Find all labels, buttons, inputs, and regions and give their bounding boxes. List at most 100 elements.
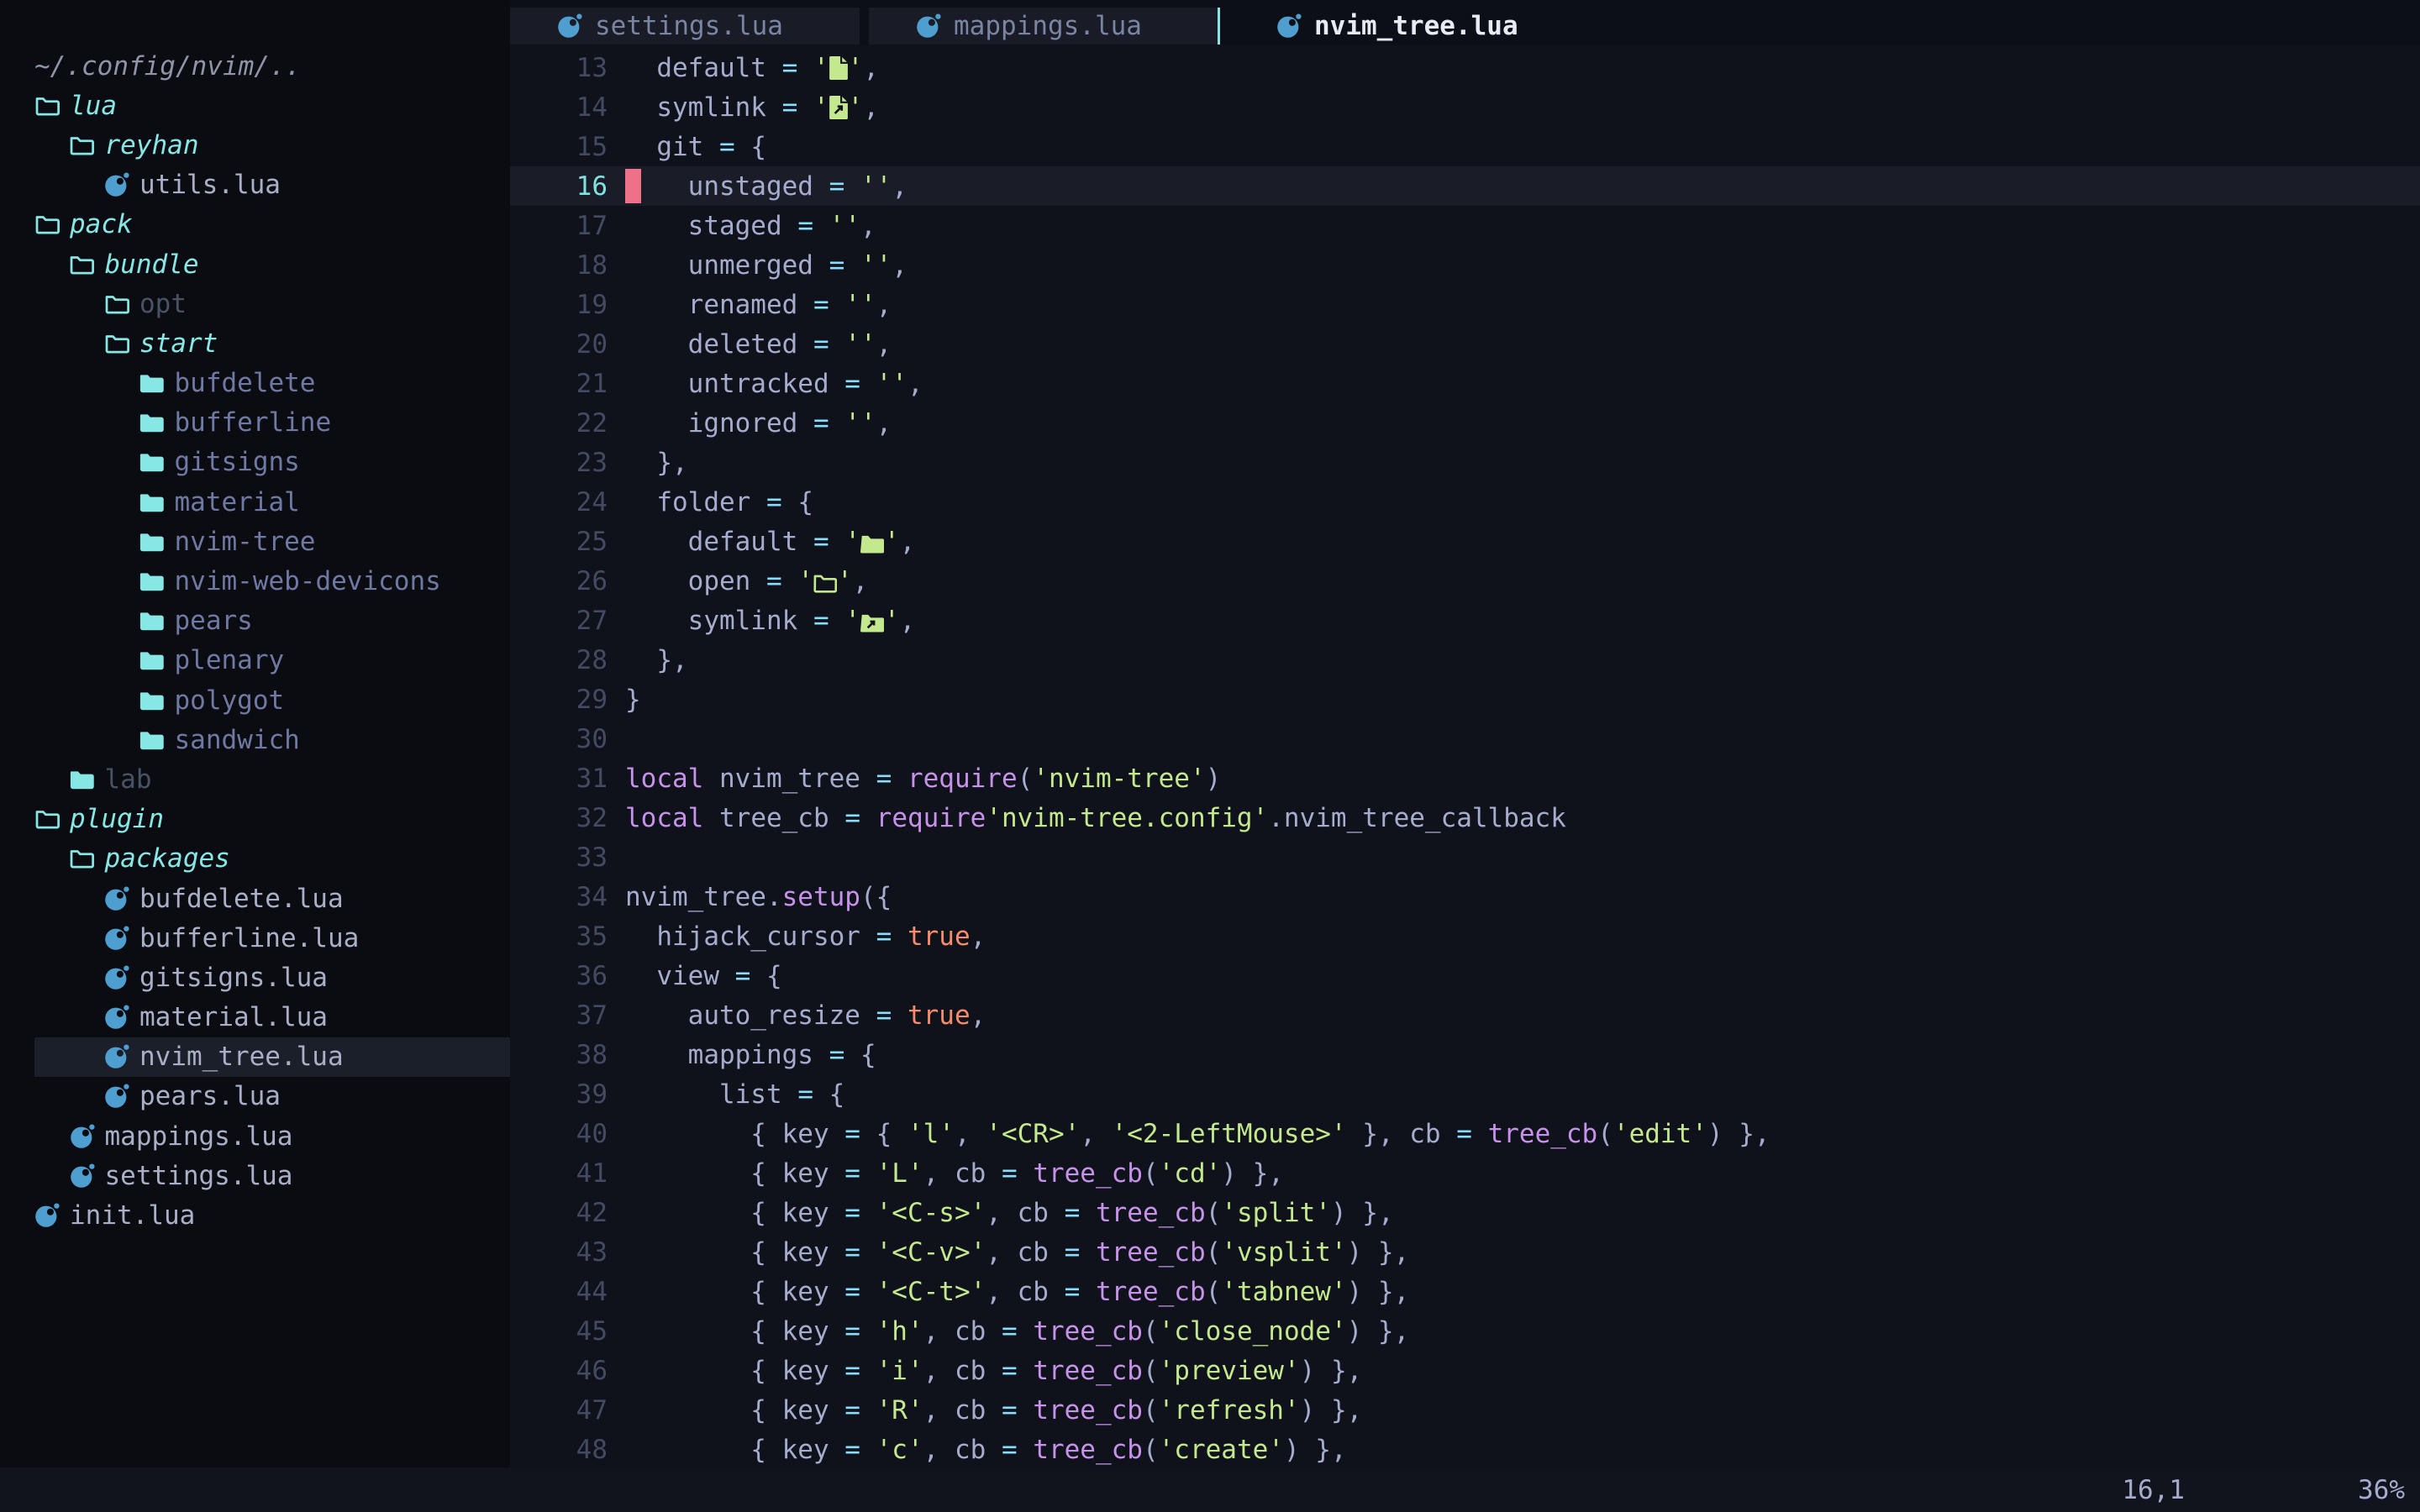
code-line[interactable]: 29}: [510, 680, 2420, 719]
code-line[interactable]: 19 renamed = '',: [510, 285, 2420, 324]
code-line[interactable]: 26 open = '',: [510, 561, 2420, 601]
code-line[interactable]: 33: [510, 837, 2420, 877]
folder-closed-icon: [70, 769, 95, 790]
code-line[interactable]: 42 { key = '<C-s>', cb = tree_cb('split'…: [510, 1193, 2420, 1232]
tree-item-label: mappings.lua: [105, 1121, 293, 1152]
code-line-text: renamed = '',: [608, 290, 892, 320]
code-line[interactable]: 35 hijack_cursor = true,: [510, 916, 2420, 956]
code-line[interactable]: 30: [510, 719, 2420, 759]
tab-nvim_tree.lua[interactable]: nvim_tree.lua: [1220, 8, 1691, 45]
code-line[interactable]: 21 untracked = '',: [510, 364, 2420, 403]
code-line[interactable]: 31local nvim_tree = require('nvim-tree'): [510, 759, 2420, 798]
code-line[interactable]: 24 folder = {: [510, 482, 2420, 522]
code-line[interactable]: 36 view = {: [510, 956, 2420, 995]
gutter-line-number: 33: [510, 843, 608, 873]
tree-item-label: nvim-tree: [175, 527, 316, 557]
code-line[interactable]: 16 unstaged = '',: [510, 166, 2420, 206]
gutter-line-number: 14: [510, 92, 608, 123]
code-line[interactable]: 20 deleted = '',: [510, 324, 2420, 364]
code-line-text: default = '',: [608, 53, 879, 83]
tree-item-pack[interactable]: pack: [0, 205, 510, 244]
code-line-text: local tree_cb = require'nvim-tree.config…: [608, 803, 1566, 833]
tab-settings.lua[interactable]: settings.lua: [510, 8, 860, 45]
code-line[interactable]: 27 symlink = '',: [510, 601, 2420, 640]
code-line[interactable]: 38 mappings = {: [510, 1035, 2420, 1074]
tree-root-path[interactable]: ~/.config/nvim/..: [0, 46, 510, 86]
tree-item-plenary[interactable]: plenary: [0, 641, 510, 680]
tree-item-plugin[interactable]: plugin: [0, 800, 510, 839]
tree-item-utils.lua[interactable]: utils.lua: [0, 165, 510, 205]
code-line-text: default = '',: [608, 527, 915, 557]
git-file-icon: [829, 53, 848, 83]
tree-item-label: material.lua: [139, 1002, 328, 1032]
code-line[interactable]: 48 { key = 'c', cb = tree_cb('create') }…: [510, 1430, 2420, 1467]
code-line[interactable]: 17 staged = '',: [510, 206, 2420, 245]
tree-item-bufferline[interactable]: bufferline: [0, 403, 510, 443]
code-line[interactable]: 46 { key = 'i', cb = tree_cb('preview') …: [510, 1351, 2420, 1390]
tree-item-lua[interactable]: lua: [0, 86, 510, 125]
tree-item-init.lua[interactable]: init.lua: [0, 1195, 510, 1235]
code-line[interactable]: 40 { key = { 'l', '<CR>', '<2-LeftMouse>…: [510, 1114, 2420, 1153]
gutter-line-number: 17: [510, 211, 608, 241]
code-line[interactable]: 47 { key = 'R', cb = tree_cb('refresh') …: [510, 1390, 2420, 1430]
code-line[interactable]: 32local tree_cb = require'nvim-tree.conf…: [510, 798, 2420, 837]
lua-file-icon: [34, 1203, 60, 1228]
tree-item-bundle[interactable]: bundle: [0, 244, 510, 284]
tree-item-opt[interactable]: opt: [0, 284, 510, 323]
cursor-position: 16,1: [2122, 1467, 2185, 1512]
tree-item-pears.lua[interactable]: pears.lua: [0, 1077, 510, 1116]
tree-item-bufferline.lua[interactable]: bufferline.lua: [0, 918, 510, 958]
code-line[interactable]: 41 { key = 'L', cb = tree_cb('cd') },: [510, 1153, 2420, 1193]
code-line[interactable]: 44 { key = '<C-t>', cb = tree_cb('tabnew…: [510, 1272, 2420, 1311]
code-line[interactable]: 43 { key = '<C-v>', cb = tree_cb('vsplit…: [510, 1232, 2420, 1272]
gutter-line-number: 39: [510, 1079, 608, 1110]
tree-item-settings.lua[interactable]: settings.lua: [0, 1156, 510, 1195]
code-line[interactable]: 39 list = {: [510, 1074, 2420, 1114]
lua-file-icon: [104, 172, 129, 197]
gutter-line-number: 24: [510, 487, 608, 517]
tree-item-lab[interactable]: lab: [0, 759, 510, 799]
tree-item-label: lab: [105, 764, 152, 795]
code-line[interactable]: 15 git = {: [510, 127, 2420, 166]
code-line[interactable]: 37 auto_resize = true,: [510, 995, 2420, 1035]
code-line[interactable]: 28 },: [510, 640, 2420, 680]
tab-mappings.lua[interactable]: mappings.lua: [869, 8, 1218, 45]
folder-closed-icon: [139, 730, 165, 750]
gutter-line-number: 32: [510, 803, 608, 833]
code-line[interactable]: 14 symlink = '',: [510, 87, 2420, 127]
folder-open-icon: [34, 809, 60, 829]
code-line[interactable]: 45 { key = 'h', cb = tree_cb('close_node…: [510, 1311, 2420, 1351]
tree-item-packages[interactable]: packages: [0, 839, 510, 879]
tree-item-reyhan[interactable]: reyhan: [0, 125, 510, 165]
gutter-line-number: 25: [510, 527, 608, 557]
folder-open-icon: [34, 214, 60, 234]
tree-item-label: bundle: [105, 249, 199, 280]
code-line[interactable]: 18 unmerged = '',: [510, 245, 2420, 285]
gutter-line-number: 36: [510, 961, 608, 991]
code-line[interactable]: 23 },: [510, 443, 2420, 482]
tree-item-nvim_tree.lua[interactable]: nvim_tree.lua: [0, 1037, 510, 1077]
code-line[interactable]: 22 ignored = '',: [510, 403, 2420, 443]
code-editor[interactable]: 13 default = '',14 symlink = '',15 git =…: [510, 45, 2420, 1467]
tree-item-nvim-tree[interactable]: nvim-tree: [0, 522, 510, 561]
tree-item-gitsigns[interactable]: gitsigns: [0, 443, 510, 482]
code-line[interactable]: 13 default = '',: [510, 48, 2420, 87]
tree-item-nvim-web-devicons[interactable]: nvim-web-devicons: [0, 561, 510, 601]
tree-item-bufdelete.lua[interactable]: bufdelete.lua: [0, 879, 510, 918]
tree-item-sandwich[interactable]: sandwich: [0, 720, 510, 759]
gutter-line-number: 26: [510, 566, 608, 596]
lua-file-icon: [557, 13, 582, 39]
code-line-text: unstaged = '',: [608, 171, 908, 202]
tree-item-material.lua[interactable]: material.lua: [0, 998, 510, 1037]
tree-item-polygot[interactable]: polygot: [0, 680, 510, 720]
tree-item-pears[interactable]: pears: [0, 601, 510, 641]
tree-item-material[interactable]: material: [0, 482, 510, 522]
code-line-text: },: [608, 448, 688, 478]
tree-item-gitsigns.lua[interactable]: gitsigns.lua: [0, 958, 510, 997]
tree-item-bufdelete[interactable]: bufdelete: [0, 364, 510, 403]
code-line[interactable]: 25 default = '',: [510, 522, 2420, 561]
gutter-line-number: 27: [510, 606, 608, 636]
code-line[interactable]: 34nvim_tree.setup({: [510, 877, 2420, 916]
tree-item-start[interactable]: start: [0, 323, 510, 363]
tree-item-mappings.lua[interactable]: mappings.lua: [0, 1116, 510, 1156]
